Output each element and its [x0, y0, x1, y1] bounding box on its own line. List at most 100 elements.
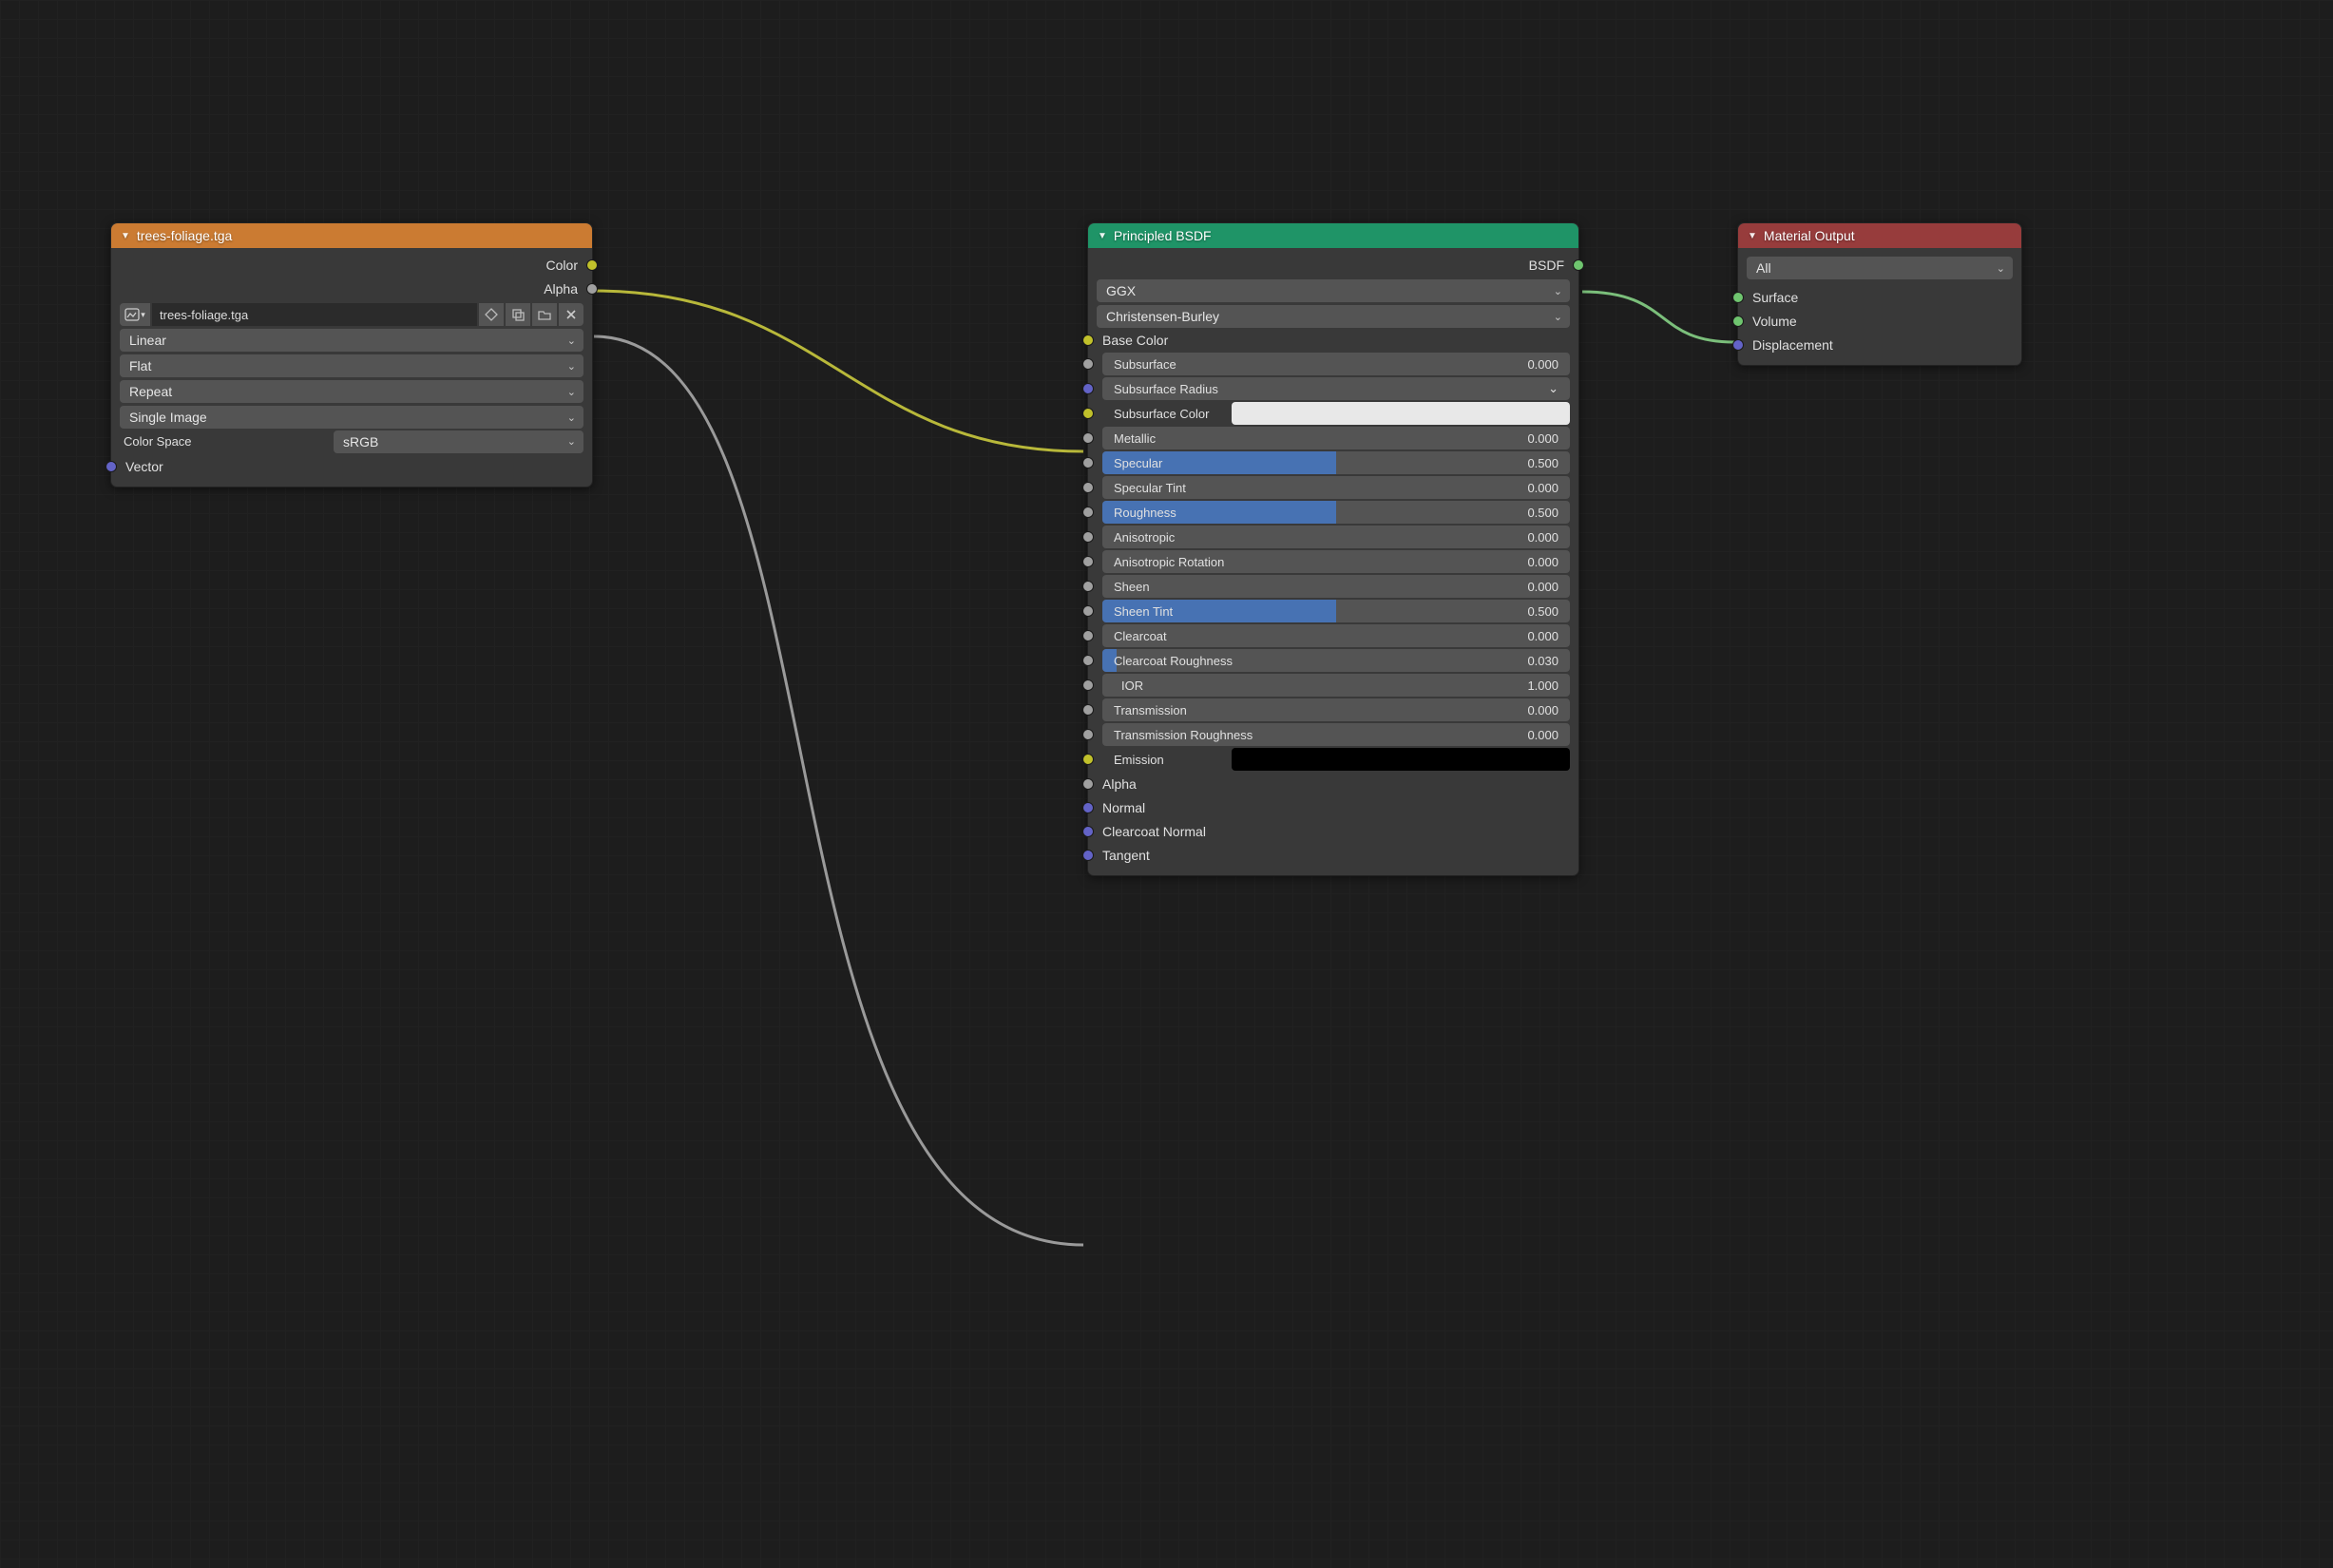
input-label: Clearcoat: [1102, 629, 1167, 643]
input-tangent[interactable]: Tangent: [1097, 843, 1570, 867]
socket-icon[interactable]: [1082, 335, 1094, 346]
input-label: Tangent: [1102, 848, 1150, 863]
interpolation-dropdown[interactable]: Linear ⌄: [120, 329, 583, 352]
socket-alpha-icon[interactable]: [586, 283, 598, 295]
node-header-material-output[interactable]: ▼ Material Output: [1738, 223, 2021, 248]
input-roughness[interactable]: Roughness0.500: [1097, 500, 1570, 525]
projection-dropdown[interactable]: Flat ⌄: [120, 354, 583, 377]
socket-shader-icon[interactable]: [1573, 259, 1584, 271]
socket-vector-icon[interactable]: [1732, 339, 1744, 351]
node-title: trees-foliage.tga: [137, 228, 232, 243]
socket-color-icon[interactable]: [586, 259, 598, 271]
input-value: 0.000: [1527, 357, 1570, 372]
socket-icon[interactable]: [1082, 432, 1094, 444]
socket-icon[interactable]: [1082, 826, 1094, 837]
input-ior[interactable]: IOR1.000: [1097, 673, 1570, 698]
input-label: Clearcoat Normal: [1102, 824, 1206, 839]
input-transmission[interactable]: Transmission 0.000: [1097, 698, 1570, 722]
output-alpha[interactable]: Alpha: [120, 277, 583, 300]
socket-icon[interactable]: [1082, 358, 1094, 370]
input-sheen[interactable]: Sheen0.000: [1097, 574, 1570, 599]
collapse-toggle-icon[interactable]: ▼: [121, 231, 130, 241]
output-color[interactable]: Color: [120, 253, 583, 277]
socket-icon[interactable]: [1082, 679, 1094, 691]
socket-icon[interactable]: [1082, 704, 1094, 716]
node-material-output[interactable]: ▼ Material Output All ⌄ Surface Volume D…: [1737, 222, 2022, 366]
node-header-principled[interactable]: ▼ Principled BSDF: [1088, 223, 1578, 248]
input-normal[interactable]: Normal: [1097, 795, 1570, 819]
input-value: 0.000: [1527, 728, 1570, 742]
extension-dropdown[interactable]: Repeat ⌄: [120, 380, 583, 403]
input-clearcoatRough[interactable]: Clearcoat Roughness 0.030: [1097, 648, 1570, 673]
input-anisotropicRot[interactable]: Anisotropic Rotation0.000: [1097, 549, 1570, 574]
socket-icon[interactable]: [1082, 482, 1094, 493]
unlink-icon[interactable]: [559, 303, 583, 326]
node-image-texture[interactable]: ▼ trees-foliage.tga Color Alpha ▾ trees-…: [110, 222, 593, 488]
input-sheenTint[interactable]: Sheen Tint0.500: [1097, 599, 1570, 623]
source-dropdown[interactable]: Single Image ⌄: [120, 406, 583, 429]
fake-user-icon[interactable]: [479, 303, 504, 326]
input-label: Alpha: [1102, 776, 1137, 792]
input-volume[interactable]: Volume: [1747, 309, 2013, 333]
color-space-dropdown[interactable]: sRGB ⌄: [334, 430, 583, 453]
socket-icon[interactable]: [1082, 802, 1094, 813]
node-header-image-texture[interactable]: ▼ trees-foliage.tga: [111, 223, 592, 248]
socket-vector-icon[interactable]: [105, 461, 117, 472]
input-specular[interactable]: Specular0.500: [1097, 450, 1570, 475]
socket-icon[interactable]: [1082, 778, 1094, 790]
subsurface-method-dropdown[interactable]: Christensen-Burley ⌄: [1097, 305, 1570, 328]
open-file-icon[interactable]: [532, 303, 557, 326]
input-vector[interactable]: Vector: [120, 454, 583, 478]
distribution-dropdown[interactable]: GGX ⌄: [1097, 279, 1570, 302]
input-label: Emission: [1102, 753, 1224, 767]
input-anisotropic[interactable]: Anisotropic0.000: [1097, 525, 1570, 549]
input-emission[interactable]: Emission: [1097, 747, 1570, 772]
image-browse-icon[interactable]: ▾: [120, 303, 150, 326]
output-bsdf[interactable]: BSDF: [1097, 253, 1570, 277]
input-baseColor[interactable]: Base Color: [1097, 328, 1570, 352]
input-transmissionRough[interactable]: Transmission Roughness0.000: [1097, 722, 1570, 747]
socket-icon[interactable]: [1082, 531, 1094, 543]
socket-icon[interactable]: [1082, 457, 1094, 468]
input-label: Sheen: [1102, 580, 1150, 594]
input-displacement[interactable]: Displacement: [1747, 333, 2013, 356]
input-value: 0.000: [1527, 703, 1570, 717]
input-surface[interactable]: Surface: [1747, 285, 2013, 309]
input-value: 0.000: [1527, 629, 1570, 643]
collapse-toggle-icon[interactable]: ▼: [1748, 231, 1757, 241]
chevron-down-icon: ⌄: [567, 335, 576, 347]
socket-icon[interactable]: [1082, 383, 1094, 394]
input-subsurfaceColor[interactable]: Subsurface Color: [1097, 401, 1570, 426]
input-label: Clearcoat Roughness: [1102, 654, 1233, 668]
node-principled-bsdf[interactable]: ▼ Principled BSDF BSDF GGX ⌄ Christensen…: [1087, 222, 1579, 876]
socket-shader-icon[interactable]: [1732, 316, 1744, 327]
socket-icon[interactable]: [1082, 630, 1094, 641]
color-swatch[interactable]: [1232, 748, 1570, 771]
socket-icon[interactable]: [1082, 655, 1094, 666]
input-value: 0.030: [1527, 654, 1570, 668]
image-datablock-selector[interactable]: ▾ trees-foliage.tga: [120, 303, 583, 326]
image-name-field[interactable]: trees-foliage.tga: [152, 303, 477, 326]
output-target-dropdown[interactable]: All ⌄: [1747, 257, 2013, 279]
input-clearcoatNormal[interactable]: Clearcoat Normal: [1097, 819, 1570, 843]
socket-icon[interactable]: [1082, 605, 1094, 617]
socket-icon[interactable]: [1082, 850, 1094, 861]
input-metallic[interactable]: Metallic0.000: [1097, 426, 1570, 450]
input-clearcoat[interactable]: Clearcoat 0.000: [1097, 623, 1570, 648]
socket-icon[interactable]: [1082, 581, 1094, 592]
socket-shader-icon[interactable]: [1732, 292, 1744, 303]
chevron-down-icon: ⌄: [1548, 381, 1570, 396]
duplicate-icon[interactable]: [506, 303, 530, 326]
input-specularTint[interactable]: Specular Tint0.000: [1097, 475, 1570, 500]
socket-icon[interactable]: [1082, 507, 1094, 518]
input-subsurface[interactable]: Subsurface0.000: [1097, 352, 1570, 376]
input-label: Transmission: [1102, 703, 1187, 717]
socket-icon[interactable]: [1082, 754, 1094, 765]
input-subsurfaceRadius[interactable]: Subsurface Radius⌄: [1097, 376, 1570, 401]
collapse-toggle-icon[interactable]: ▼: [1098, 231, 1107, 241]
socket-icon[interactable]: [1082, 556, 1094, 567]
socket-icon[interactable]: [1082, 729, 1094, 740]
input-alpha[interactable]: Alpha: [1097, 772, 1570, 795]
color-swatch[interactable]: [1232, 402, 1570, 425]
socket-icon[interactable]: [1082, 408, 1094, 419]
